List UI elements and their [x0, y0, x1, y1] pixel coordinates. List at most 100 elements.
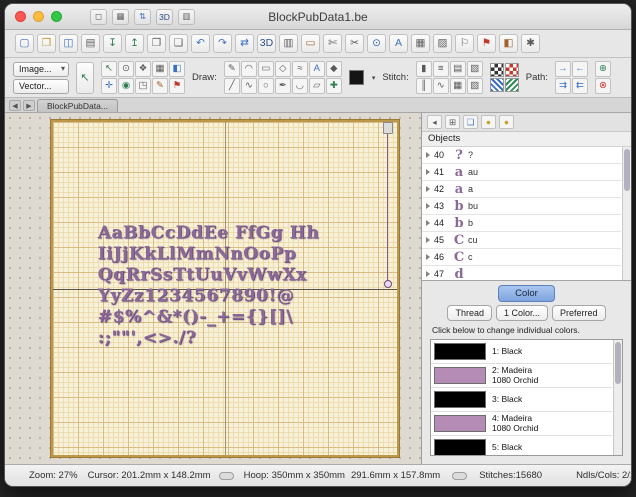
- path-add-icon[interactable]: ⊕: [595, 61, 611, 77]
- thread-button[interactable]: Thread: [447, 305, 492, 321]
- group-objects-icon[interactable]: ❏: [463, 115, 478, 129]
- rect-icon[interactable]: ▭: [258, 61, 274, 77]
- object-row[interactable]: 40 ? ?: [422, 147, 621, 164]
- color-dropdown-icon[interactable]: ▾: [372, 74, 376, 82]
- pattern-stripe-green-swatch[interactable]: [505, 78, 519, 92]
- 3d-preview-icon[interactable]: 3D: [156, 9, 173, 25]
- thread-color-swatch[interactable]: [434, 439, 486, 456]
- thread-color-row[interactable]: 1: Black: [431, 340, 612, 364]
- disclosure-icon[interactable]: [426, 152, 430, 158]
- settings-icon[interactable]: ✱: [521, 34, 540, 53]
- path-rewind-icon[interactable]: ⇇: [572, 78, 588, 94]
- disclosure-icon[interactable]: [426, 203, 430, 209]
- objects-scrollbar[interactable]: [622, 147, 631, 280]
- node-edit-icon[interactable]: ❖: [135, 61, 151, 77]
- text-tool-icon[interactable]: A: [309, 61, 325, 77]
- unlock-icon[interactable]: ●: [499, 115, 514, 129]
- new-file-icon[interactable]: ▢: [15, 34, 34, 53]
- embroidery-text[interactable]: AaBbCcDdEe FfGg Hh IiJjKkLlMmNnOoPp QqRr…: [98, 223, 320, 349]
- collapse-panel-icon[interactable]: ◂: [427, 115, 442, 129]
- palette-icon[interactable]: ◧: [499, 34, 518, 53]
- flag-icon[interactable]: ⚑: [477, 34, 496, 53]
- print-icon[interactable]: ▤: [81, 34, 100, 53]
- arc-icon[interactable]: ◠: [241, 61, 257, 77]
- design-canvas[interactable]: AaBbCcDdEe FfGg Hh IiJjKkLlMmNnOoPp QqRr…: [5, 113, 421, 464]
- scissors-icon[interactable]: ✂: [345, 34, 364, 53]
- pen-icon[interactable]: ✒: [275, 78, 291, 94]
- object-row[interactable]: 44 b b: [422, 215, 621, 232]
- open-file-icon[interactable]: ❒: [37, 34, 56, 53]
- hoop-flag-icon[interactable]: ⚐: [455, 34, 474, 53]
- disclosure-icon[interactable]: [426, 186, 430, 192]
- current-color-swatch[interactable]: [349, 70, 364, 85]
- measure-icon[interactable]: ▭: [301, 34, 320, 53]
- color-scrollbar[interactable]: [613, 340, 622, 455]
- column-stitch-icon[interactable]: ║: [416, 78, 432, 94]
- pattern-checker-dark-swatch[interactable]: [490, 63, 504, 77]
- move-tool-icon[interactable]: ✛: [101, 78, 117, 94]
- undo-icon[interactable]: ↶: [191, 34, 210, 53]
- marquee-icon[interactable]: ◳: [135, 78, 151, 94]
- zigzag-stitch-icon[interactable]: ∿: [433, 78, 449, 94]
- fill-c-icon[interactable]: ▧: [467, 61, 483, 77]
- disclosure-icon[interactable]: [426, 254, 430, 260]
- preferred-button[interactable]: Preferred: [552, 305, 606, 321]
- line-icon[interactable]: ╱: [224, 78, 240, 94]
- thread-color-swatch[interactable]: [434, 343, 486, 360]
- tab-back-icon[interactable]: ◀: [9, 100, 21, 111]
- solid-diamond-icon[interactable]: ◆: [326, 61, 342, 77]
- fill-d-icon[interactable]: ▨: [467, 78, 483, 94]
- color-scrollbar-thumb[interactable]: [615, 342, 621, 384]
- image-button[interactable]: Image...: [13, 62, 69, 77]
- magnify-icon[interactable]: ⊙: [367, 34, 386, 53]
- running-stitch-icon[interactable]: ≡: [433, 61, 449, 77]
- density-chart-icon[interactable]: ▥: [279, 34, 298, 53]
- thread-color-row[interactable]: 3: Black: [431, 388, 612, 412]
- hoop-view-icon[interactable]: ◻: [90, 9, 107, 25]
- copy-icon[interactable]: ❐: [147, 34, 166, 53]
- object-row[interactable]: 45 C cu: [422, 232, 621, 249]
- disclosure-icon[interactable]: [426, 271, 430, 277]
- ellipse-icon[interactable]: ○: [258, 78, 274, 94]
- disclosure-icon[interactable]: [426, 169, 430, 175]
- path-forward-icon[interactable]: →: [555, 61, 571, 77]
- zoom-tool-icon[interactable]: ⊙: [118, 61, 134, 77]
- fill-a-icon[interactable]: ▤: [450, 61, 466, 77]
- parallelogram-icon[interactable]: ▱: [309, 78, 325, 94]
- pattern-stripe-blue-swatch[interactable]: [490, 78, 504, 92]
- path-remove-icon[interactable]: ⊗: [595, 78, 611, 94]
- redo-icon[interactable]: ↷: [213, 34, 232, 53]
- thread-color-swatch[interactable]: [434, 391, 486, 408]
- grid-snap-icon[interactable]: ▦: [152, 61, 168, 77]
- save-file-icon[interactable]: ◫: [59, 34, 78, 53]
- paste-icon[interactable]: ❏: [169, 34, 188, 53]
- disclosure-icon[interactable]: [426, 220, 430, 226]
- eye-tool-icon[interactable]: ◉: [118, 78, 134, 94]
- object-row[interactable]: 41 a au: [422, 164, 621, 181]
- export-icon[interactable]: ↥: [125, 34, 144, 53]
- tab-color[interactable]: Color: [498, 285, 555, 302]
- fill-b-icon[interactable]: ▦: [450, 78, 466, 94]
- list-view-icon[interactable]: ⊞: [445, 115, 460, 129]
- objects-scrollbar-thumb[interactable]: [624, 149, 630, 191]
- one-color-button[interactable]: 1 Color...: [496, 305, 548, 321]
- grid-view-icon[interactable]: ▦: [112, 9, 129, 25]
- disclosure-icon[interactable]: [426, 237, 430, 243]
- object-row[interactable]: 47 d: [422, 266, 621, 280]
- minimize-button[interactable]: [33, 11, 44, 22]
- swap-panes-icon[interactable]: ⇅: [134, 9, 151, 25]
- diamond-icon[interactable]: ◇: [275, 61, 291, 77]
- path-back-icon[interactable]: ←: [572, 61, 588, 77]
- satin-stitch-icon[interactable]: ▮: [416, 61, 432, 77]
- stitch-list-icon[interactable]: ▥: [178, 9, 195, 25]
- pen-edit-icon[interactable]: ✎: [152, 78, 168, 94]
- thread-color-swatch[interactable]: [434, 367, 486, 384]
- curve-icon[interactable]: ≈: [292, 61, 308, 77]
- object-row[interactable]: 42 a a: [422, 181, 621, 198]
- add-point-icon[interactable]: ✚: [326, 78, 342, 94]
- thread-color-row[interactable]: 5: Black: [431, 436, 612, 456]
- pointer-tool-icon[interactable]: ↖: [76, 62, 94, 94]
- select-arrow-icon[interactable]: ↖: [101, 61, 117, 77]
- swap-icon[interactable]: ⇄: [235, 34, 254, 53]
- tab-forward-icon[interactable]: ▶: [23, 100, 35, 111]
